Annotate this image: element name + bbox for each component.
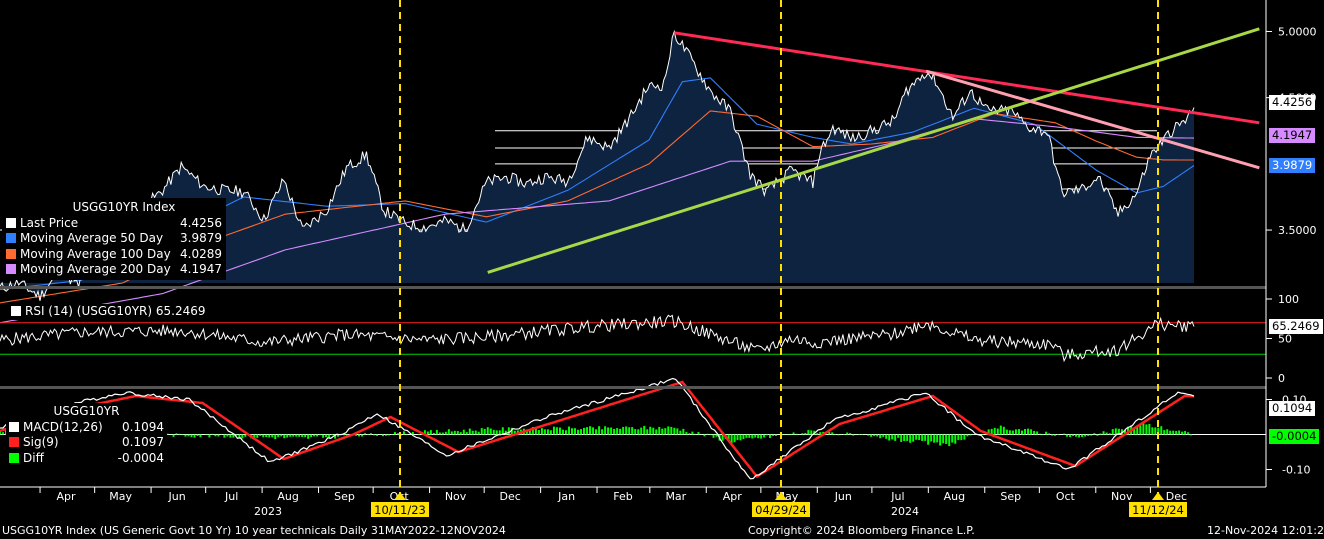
macd-legend-title: USGG10YR	[53, 404, 120, 418]
month-label: Apr	[723, 490, 743, 503]
month-label: Aug	[944, 490, 965, 503]
value-tag: 4.1947	[1269, 128, 1316, 143]
macd-legend-swatch	[9, 437, 19, 447]
panel-separator	[0, 386, 1266, 389]
month-label: Jun	[834, 490, 852, 503]
footer-right: 12-Nov-2024 12:01:29	[1207, 524, 1324, 537]
month-label: Dec	[1166, 490, 1187, 503]
price-legend-title: USGG10YR Index	[72, 200, 176, 214]
price-legend-label: Moving Average 50 Day	[20, 231, 164, 245]
year-label-2023: 2023	[254, 505, 282, 518]
price-legend-swatch	[6, 217, 16, 228]
event-marker-arrow	[1152, 492, 1164, 500]
macd-legend-swatch	[9, 452, 19, 463]
month-label: Aug	[277, 490, 298, 503]
event-marker-label: 10/11/23	[374, 503, 426, 517]
price-legend-swatch	[6, 233, 16, 243]
macd-legend-row: Diff -0.0004	[9, 451, 164, 467]
rsi-y-tick-label: 50	[1278, 333, 1292, 346]
price-y-tick-label: 3.5000	[1278, 224, 1317, 237]
month-label: Nov	[1111, 490, 1133, 503]
price-legend-row: Moving Average 50 Day 3.9879	[6, 231, 222, 247]
month-label: Nov	[445, 490, 467, 503]
signal-line	[0, 380, 1194, 479]
panel-separator	[0, 286, 1266, 289]
price-legend-label: Last Price	[20, 215, 79, 230]
month-label: Jul	[890, 490, 904, 503]
month-label: May	[109, 490, 132, 503]
macd-y-tick-label: -0.10	[1282, 464, 1310, 477]
price-legend-swatch	[6, 248, 16, 259]
price-legend-row: Moving Average 100 Day 4.0289	[6, 247, 222, 263]
price-legend-value: 3.9879	[180, 231, 222, 245]
month-label: Sep	[1000, 490, 1021, 503]
macd-legend-label: MACD(12,26)	[23, 419, 103, 434]
value-tag: 0.1094	[1269, 401, 1316, 416]
value-tag: 4.4256	[1269, 95, 1316, 110]
year-label-2024: 2024	[891, 505, 919, 518]
price-legend-value: 4.0289	[180, 246, 222, 261]
macd-legend-label: Diff	[23, 450, 44, 465]
price-legend: USGG10YR Index Last Price 4.4256 Moving Av…	[2, 198, 226, 280]
price-y-tick-label: 5.0000	[1278, 25, 1317, 38]
price-legend-value: 4.1947	[180, 262, 222, 276]
macd-legend-label: Sig(9)	[23, 435, 59, 449]
month-label: Jan	[557, 490, 575, 503]
rsi-legend: RSI (14) (USGG10YR) 65.2469	[8, 304, 209, 320]
month-label: Jul	[224, 490, 238, 503]
macd-legend-swatch	[9, 421, 19, 432]
month-label: Mar	[665, 490, 686, 503]
event-marker-label: 04/29/24	[755, 503, 807, 517]
price-legend-label: Moving Average 200 Day	[20, 262, 171, 276]
footer-center: Copyright© 2024 Bloomberg Finance L.P.	[748, 524, 975, 537]
event-marker-label: 11/12/24	[1132, 503, 1184, 517]
price-legend-row: Last Price 4.4256	[6, 216, 222, 232]
macd-legend-row: Sig(9) 0.1097	[9, 435, 164, 451]
month-label: Feb	[613, 490, 632, 503]
price-legend-value: 4.4256	[180, 215, 222, 230]
month-label: Sep	[334, 490, 355, 503]
macd-panel: 0.10-0.10	[0, 377, 1310, 480]
rsi-legend-label: RSI (14) (USGG10YR)	[25, 304, 153, 318]
price-legend-label: Moving Average 100 Day	[20, 246, 171, 261]
footer-left: USGG10YR Index (US Generic Govt 10 Yr) 1…	[2, 524, 506, 537]
macd-line	[0, 377, 1195, 480]
value-tag: 3.9879	[1269, 158, 1316, 173]
month-label: Apr	[57, 490, 77, 503]
month-label: Dec	[500, 490, 521, 503]
value-tag: -0.0004	[1269, 429, 1320, 444]
value-tag: 65.2469	[1269, 319, 1323, 334]
macd-legend-value: 0.1094	[122, 419, 164, 434]
macd-legend-row: MACD(12,26) 0.1094	[9, 420, 164, 436]
macd-legend-value: -0.0004	[117, 450, 164, 465]
macd-legend-value: 0.1097	[122, 435, 164, 449]
macd-legend: USGG10YR MACD(12,26) 0.1094 Sig(9) 0.1097 Di…	[6, 403, 167, 467]
rsi-y-tick-label: 100	[1278, 293, 1299, 306]
month-label: Jun	[167, 490, 185, 503]
rsi-legend-value: 65.2469	[155, 304, 206, 318]
price-legend-swatch	[6, 264, 16, 274]
price-legend-row: Moving Average 200 Day 4.1947	[6, 262, 222, 278]
month-label: Oct	[1056, 490, 1076, 503]
rsi-y-tick-label: 0	[1278, 372, 1285, 385]
rsi-swatch	[11, 306, 21, 316]
